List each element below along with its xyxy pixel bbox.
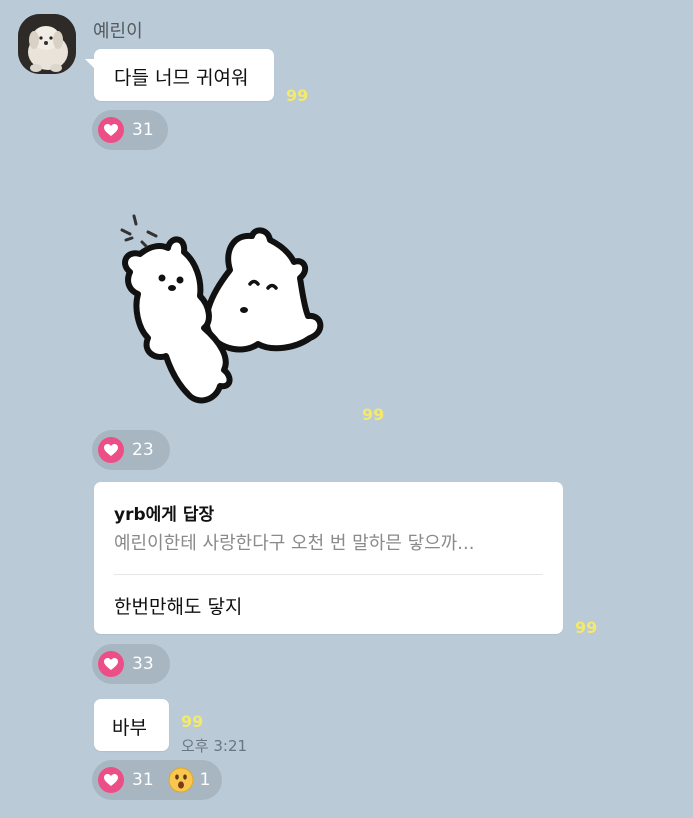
reaction-count: 23 bbox=[132, 440, 154, 460]
message-bubble[interactable]: 바부 bbox=[94, 699, 169, 751]
two-white-bears-sticker bbox=[120, 214, 324, 404]
message-bubble[interactable]: 다들 너므 귀여워 bbox=[85, 49, 274, 101]
surprised-face-icon bbox=[168, 767, 194, 793]
heart-icon bbox=[98, 767, 124, 793]
reply-message-bubble[interactable]: yrb에게 답장 예린이한테 사랑한다구 오천 번 말하믄 닿으까... 한번만… bbox=[94, 482, 563, 634]
heart-icon bbox=[98, 437, 124, 463]
reaction-count: 31 bbox=[132, 770, 154, 790]
unread-count: 99 bbox=[181, 712, 204, 731]
sender-avatar[interactable] bbox=[18, 14, 76, 74]
reaction-pill[interactable]: 33 bbox=[92, 644, 170, 684]
heart-icon bbox=[98, 651, 124, 677]
unread-count: 99 bbox=[575, 618, 598, 637]
quoted-message[interactable]: 예린이한테 사랑한다구 오천 번 말하믄 닿으까... bbox=[114, 529, 474, 555]
reply-divider bbox=[114, 574, 543, 575]
reaction-count: 31 bbox=[132, 120, 154, 140]
reaction-pill[interactable]: 31 bbox=[92, 110, 168, 150]
reaction-count: 33 bbox=[132, 654, 154, 674]
dog-avatar-image bbox=[18, 14, 76, 74]
message-time: 오후 3:21 bbox=[181, 737, 248, 755]
unread-count: 99 bbox=[286, 86, 309, 105]
message-text: 한번만해도 닿지 bbox=[114, 596, 243, 618]
unread-count: 99 bbox=[362, 405, 385, 424]
bear-sticker[interactable] bbox=[112, 210, 332, 410]
reaction-count: 1 bbox=[199, 770, 211, 790]
reaction-pill[interactable]: 23 bbox=[92, 430, 170, 470]
message-text: 다들 너므 귀여워 bbox=[114, 67, 249, 89]
reply-to-label[interactable]: yrb에게 답장 bbox=[114, 500, 214, 525]
sender-name: 예린이 bbox=[93, 21, 143, 42]
reaction-pill[interactable]: 31 1 bbox=[92, 760, 222, 800]
message-text: 바부 bbox=[112, 717, 147, 739]
heart-icon bbox=[98, 117, 124, 143]
